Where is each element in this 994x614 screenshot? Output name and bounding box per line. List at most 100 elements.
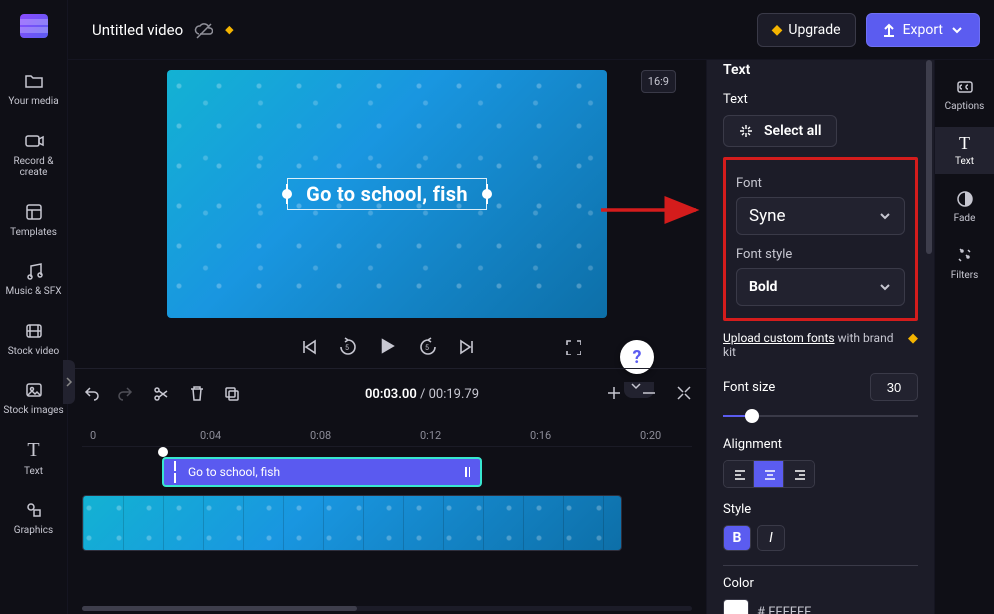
sidebar-label: Templates <box>10 227 57 239</box>
rr-item-fade[interactable]: Fade <box>935 182 994 231</box>
fit-button[interactable] <box>675 384 692 405</box>
ruler-tick: 0:08 <box>310 429 331 442</box>
timeline-toolbar: 00:03.00 / 00:19.79 <box>82 379 692 409</box>
sidebar-label: Graphics <box>14 525 53 537</box>
music-icon <box>23 260 45 282</box>
video-clip[interactable] <box>82 495 622 551</box>
font-style-dropdown[interactable]: Bold <box>736 268 905 306</box>
ruler-tick: 0:16 <box>530 429 551 442</box>
font-dropdown[interactable]: Syne <box>736 197 905 235</box>
italic-button[interactable]: I <box>757 525 785 551</box>
panel-expand-handle[interactable] <box>63 360 75 404</box>
ruler-tick: 0:04 <box>200 429 221 442</box>
add-track-button[interactable] <box>605 384 622 405</box>
align-right-button[interactable] <box>784 461 814 487</box>
split-button[interactable] <box>152 384 169 405</box>
select-all-label: Select all <box>764 123 822 139</box>
font-style-value: Bold <box>749 279 777 295</box>
color-label: Color <box>723 576 918 591</box>
sidebar-item-templates[interactable]: Templates <box>0 195 67 245</box>
redo-button[interactable] <box>117 384 134 405</box>
panel-scrollbar[interactable] <box>926 60 932 614</box>
diamond-icon: ◆ <box>772 22 783 38</box>
color-hex[interactable]: # FFFFFF <box>757 605 811 614</box>
timeline-panel: 00:03.00 / 00:19.79 0 0:04 0:08 0:12 0:1… <box>68 368 706 614</box>
sidebar-item-your-media[interactable]: Your media <box>0 64 67 114</box>
text-track[interactable]: Go to school, fish <box>82 457 692 487</box>
visibility-toggle[interactable] <box>193 20 213 40</box>
app-logo[interactable] <box>20 14 48 38</box>
color-swatch[interactable] <box>723 599 749 614</box>
upload-fonts-link[interactable]: Upload custom fonts with brand kit ◆ <box>723 331 918 359</box>
sidebar-item-graphics[interactable]: Graphics <box>0 493 67 543</box>
sidebar-label: Stock video <box>8 346 60 358</box>
skip-start-button[interactable] <box>297 336 317 356</box>
rr-label: Filters <box>951 270 979 281</box>
upgrade-button[interactable]: ◆ Upgrade <box>757 13 856 47</box>
tracks: Go to school, fish <box>82 447 692 551</box>
play-button[interactable] <box>377 336 397 356</box>
sidebar-item-music[interactable]: Music & SFX <box>0 254 67 304</box>
bold-button[interactable]: B <box>723 525 751 551</box>
aspect-ratio-button[interactable]: 16:9 <box>641 70 676 93</box>
alignment-label: Alignment <box>723 437 918 452</box>
clip-handle-left[interactable] <box>174 461 180 483</box>
rr-item-filters[interactable]: Filters <box>935 239 994 288</box>
timeline-scrollbar[interactable] <box>82 606 692 611</box>
alignment-group <box>723 460 815 488</box>
properties-panel: Text Text Select all Font Syne Font styl… <box>706 60 934 614</box>
text-overlay[interactable]: Go to school, fish <box>287 178 487 210</box>
font-style-label: Font style <box>736 247 905 262</box>
skip-end-button[interactable] <box>457 336 477 356</box>
templates-icon <box>23 201 45 223</box>
align-center-button[interactable] <box>754 461 784 487</box>
timeline-ruler[interactable]: 0 0:04 0:08 0:12 0:16 0:20 <box>82 415 692 447</box>
font-size-input[interactable] <box>870 373 918 401</box>
select-all-button[interactable]: Select all <box>723 115 837 147</box>
film-icon <box>23 320 45 342</box>
sidebar-item-text[interactable]: T Text <box>0 433 67 484</box>
rr-label: Captions <box>945 101 985 112</box>
resize-handle-right[interactable] <box>482 189 492 199</box>
sidebar-item-stock-video[interactable]: Stock video <box>0 314 67 364</box>
ruler-tick: 0:12 <box>420 429 441 442</box>
center-column: 16:9 Go to school, fish 5 5 ? <box>68 60 706 614</box>
style-label: Style <box>723 502 918 517</box>
zoom-out-button[interactable] <box>640 384 657 405</box>
premium-icon: ◆ <box>225 23 233 36</box>
camera-icon <box>23 130 45 152</box>
delete-button[interactable] <box>187 384 204 405</box>
clip-label: Go to school, fish <box>188 465 280 479</box>
align-left-button[interactable] <box>724 461 754 487</box>
sidebar-label: Stock images <box>3 405 63 417</box>
sidebar-item-stock-images[interactable]: Stock images <box>0 373 67 423</box>
scrollbar-thumb[interactable] <box>82 606 357 611</box>
font-size-slider[interactable] <box>723 409 918 423</box>
font-value: Syne <box>749 206 786 226</box>
clip-handle-right[interactable] <box>465 467 470 477</box>
rewind-5-button[interactable]: 5 <box>337 336 357 356</box>
resize-handle-left[interactable] <box>282 189 292 199</box>
sidebar-item-record[interactable]: Record & create <box>0 124 67 185</box>
undo-button[interactable] <box>82 384 99 405</box>
preview-area: 16:9 Go to school, fish 5 5 ? <box>68 60 706 368</box>
svg-text:5: 5 <box>425 344 429 352</box>
diamond-icon: ◆ <box>908 331 918 346</box>
forward-5-button[interactable]: 5 <box>417 336 437 356</box>
left-sidebar: Your media Record & create Templates Mus… <box>0 0 68 614</box>
rr-item-text[interactable]: T Text <box>935 127 994 174</box>
export-button[interactable]: Export <box>866 13 980 47</box>
right-sidebar: Captions T Text Fade Filters <box>934 60 994 614</box>
sidebar-label: Record & create <box>0 156 67 179</box>
project-title[interactable]: Untitled video <box>82 21 183 39</box>
rr-label: Text <box>955 156 974 167</box>
rr-item-captions[interactable]: Captions <box>935 70 994 119</box>
rr-label: Fade <box>954 213 976 224</box>
text-clip[interactable]: Go to school, fish <box>162 457 482 487</box>
fade-icon <box>955 189 975 209</box>
video-preview[interactable]: Go to school, fish <box>167 70 607 318</box>
video-track[interactable] <box>82 495 692 551</box>
image-icon <box>23 379 45 401</box>
fullscreen-button[interactable] <box>562 336 582 356</box>
duplicate-button[interactable] <box>222 384 239 405</box>
